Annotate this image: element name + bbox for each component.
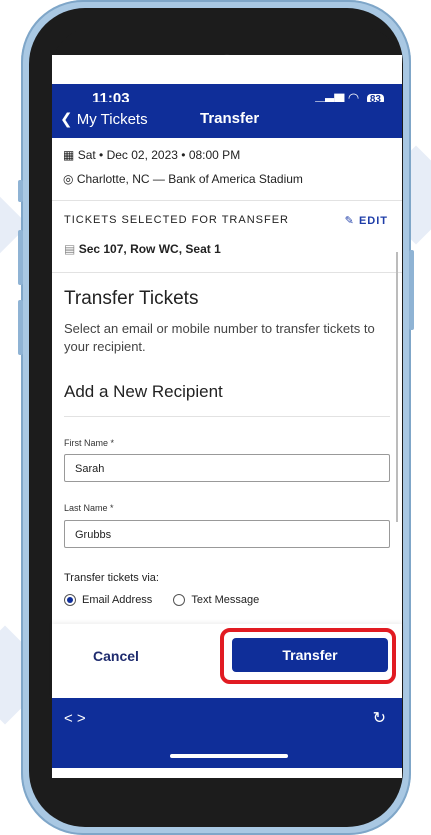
radio-unselected-icon[interactable] (173, 594, 186, 607)
phone-side-button (18, 230, 23, 285)
pencil-icon: ✎ (344, 215, 355, 227)
ticket-icon: ▤ (64, 242, 76, 256)
phone-side-button (18, 180, 23, 202)
transfer-via-options: Email Address Text Message (64, 594, 260, 607)
back-button[interactable]: ❮ My Tickets (60, 110, 148, 128)
selected-tickets-label: TICKETS SELECTED FOR TRANSFER (64, 214, 289, 226)
navigation-bar: ❮ My Tickets Transfer (52, 102, 402, 138)
highlight-box: Transfer (220, 628, 396, 684)
transfer-heading: Transfer Tickets (64, 288, 199, 309)
event-location-row: ◎ Charlotte, NC — Bank of America Stadiu… (63, 172, 303, 186)
event-details: ▦ Sat • Dec 02, 2023 • 08:00 PM ◎ Charlo… (52, 138, 402, 198)
location-pin-icon: ◎ (63, 172, 74, 186)
recipient-heading: Add a New Recipient (64, 382, 223, 401)
transfer-via-label: Transfer tickets via: (64, 572, 159, 584)
phone-side-button (18, 300, 23, 355)
seat-label: Sec 107, Row WC, Seat 1 (78, 242, 221, 256)
event-date-row: ▦ Sat • Dec 02, 2023 • 08:00 PM (63, 148, 240, 162)
browser-bottom-bar: < > ↻ (52, 698, 402, 768)
action-bar: Cancel Transfer (52, 624, 402, 698)
last-name-field[interactable]: Grubbs (64, 520, 390, 548)
refresh-icon[interactable]: ↻ (373, 708, 386, 728)
edit-button[interactable]: ✎ EDIT (345, 214, 388, 227)
first-name-field[interactable]: Sarah (64, 454, 390, 482)
calendar-icon: ▦ (63, 148, 75, 162)
email-option-label: Email Address (82, 594, 153, 606)
first-name-label: First Name * (64, 438, 115, 448)
phone-side-button (409, 250, 414, 330)
selected-tickets-section: TICKETS SELECTED FOR TRANSFER ✎ EDIT ▤ S… (52, 202, 402, 272)
event-date: Sat • Dec 02, 2023 • 08:00 PM (77, 148, 241, 162)
event-location: Charlotte, NC — Bank of America Stadium (76, 172, 303, 186)
nav-arrows-button[interactable]: < > (64, 710, 86, 727)
back-label: My Tickets (76, 111, 148, 128)
divider (64, 416, 390, 417)
transfer-form: Transfer Tickets Select an email or mobi… (52, 252, 402, 624)
seat-info: ▤ Sec 107, Row WC, Seat 1 (64, 242, 221, 256)
edit-label: EDIT (358, 215, 388, 227)
transfer-description: Select an email or mobile number to tran… (64, 321, 375, 354)
divider (52, 200, 402, 201)
email-option[interactable]: Email Address (64, 594, 155, 607)
page-title: Transfer (200, 110, 260, 127)
chevron-left-icon: ❮ (60, 111, 73, 128)
last-name-label: Last Name * (64, 503, 114, 513)
transfer-button[interactable]: Transfer (232, 638, 388, 672)
scrollbar[interactable] (396, 252, 398, 522)
cancel-button[interactable]: Cancel (93, 648, 139, 664)
text-option-label: Text Message (191, 594, 260, 606)
home-indicator[interactable] (170, 754, 288, 758)
radio-selected-icon[interactable] (64, 594, 76, 607)
text-option[interactable]: Text Message (173, 594, 260, 607)
